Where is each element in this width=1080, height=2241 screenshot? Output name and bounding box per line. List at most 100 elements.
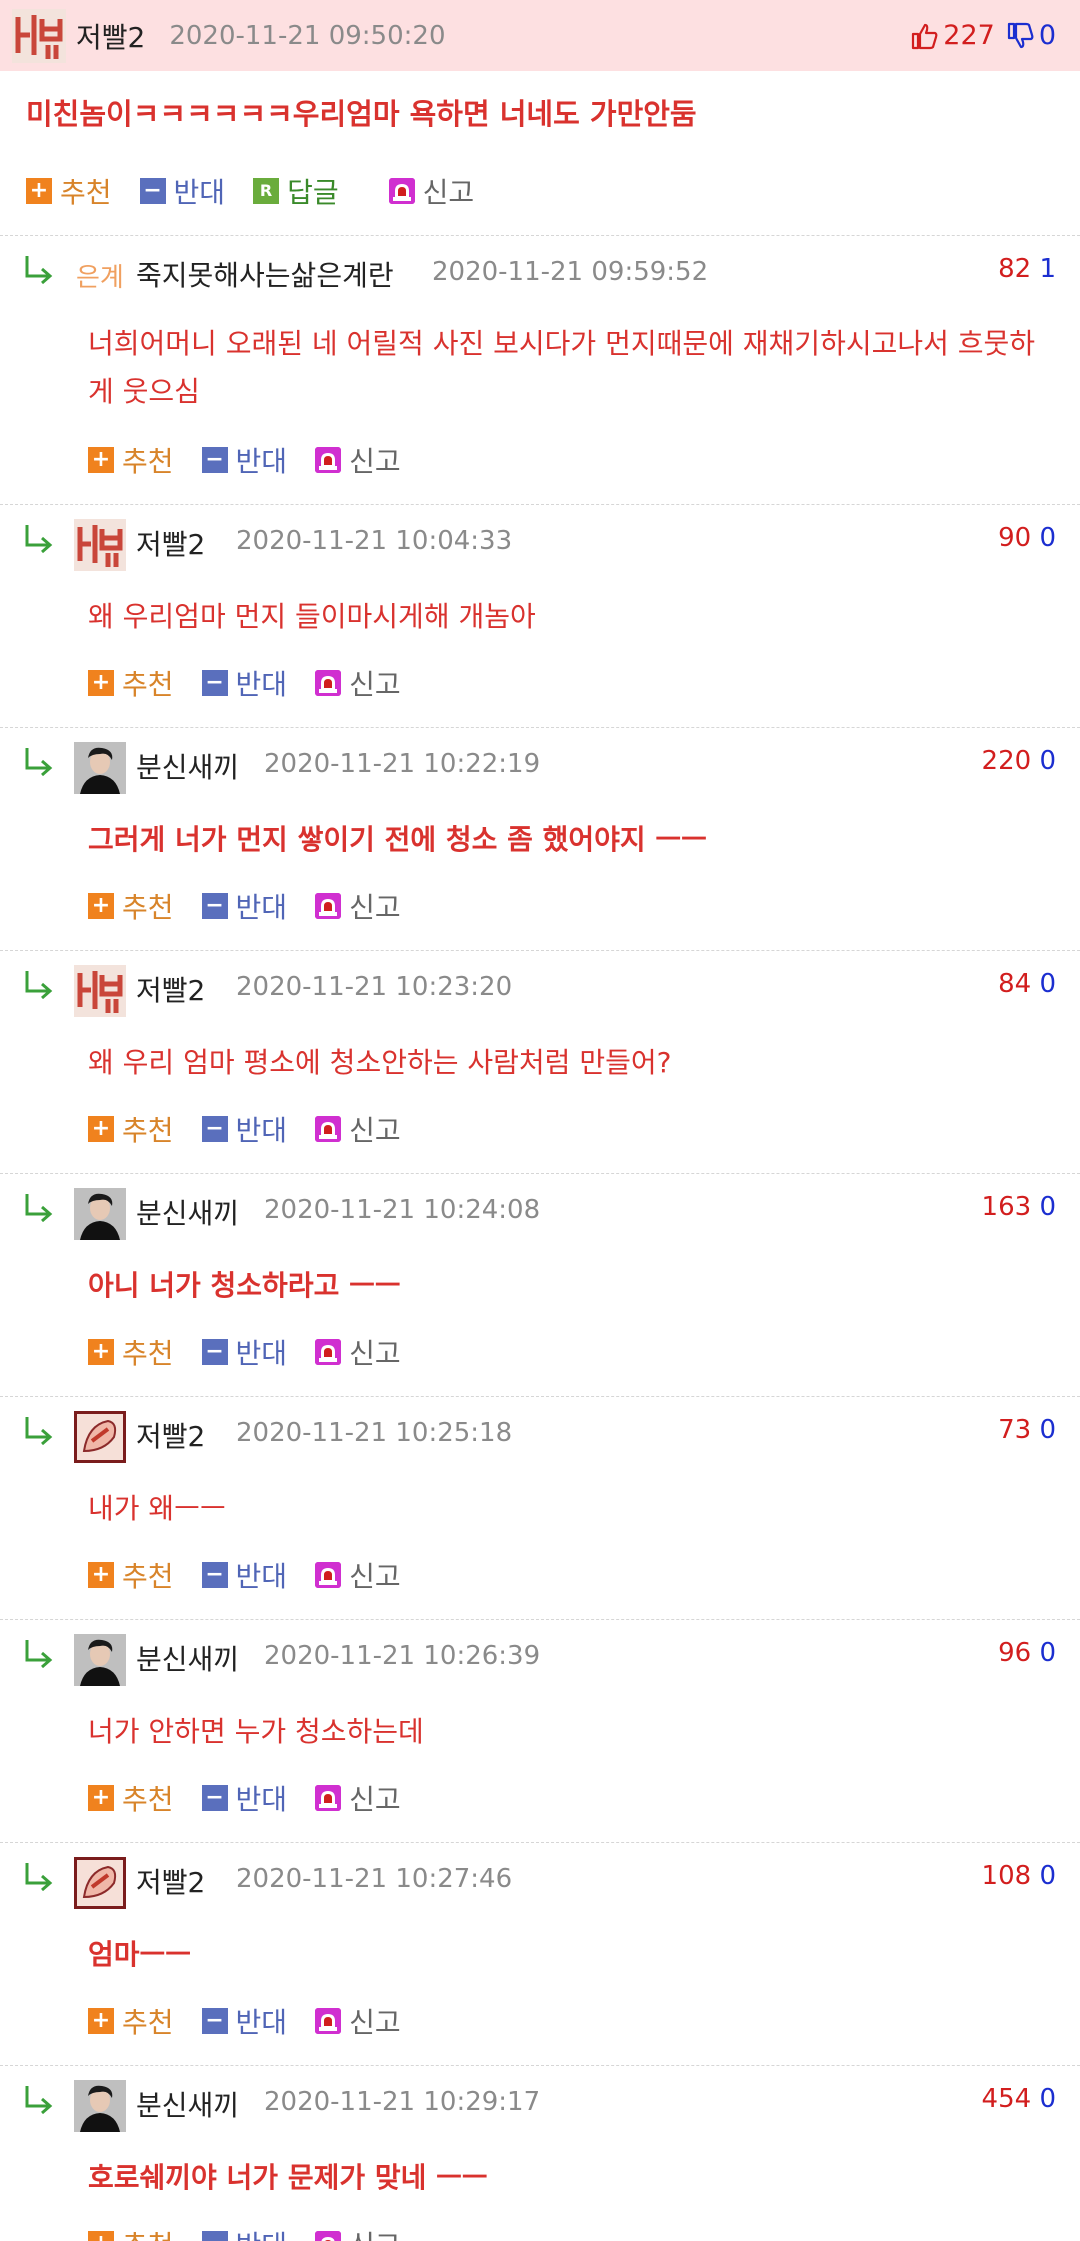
- upvote-button[interactable]: + 추천: [88, 663, 174, 703]
- upvote-label: 추천: [122, 1337, 174, 1370]
- comment-page: 저빨2 2020-11-21 09:50:20 227 0 미친놈이ㅋㅋㅋㅋㅋㅋ…: [0, 0, 1080, 2241]
- comment-date: 2020-11-21 10:29:17: [264, 2087, 541, 2117]
- downvote-label: 반대: [236, 2224, 288, 2241]
- report-button[interactable]: 신고: [315, 1109, 401, 1149]
- comment-nickname[interactable]: 저빨2: [136, 1415, 205, 1455]
- downvote-label: 반대: [235, 1560, 288, 1593]
- comment-nickname[interactable]: 분신새끼: [136, 1192, 239, 1232]
- comment-item: 저빨2 2020-11-21 10:04:33 90 0 왜 우리엄마 먼지 들…: [0, 505, 1080, 728]
- comment-header: 분신새끼 2020-11-21 10:29:17 454 0: [0, 2066, 1080, 2138]
- report-label: 신고: [349, 1560, 401, 1593]
- avatar-photo[interactable]: [74, 742, 126, 794]
- report-button[interactable]: 신고: [315, 2001, 401, 2041]
- report-button[interactable]: 신고: [315, 440, 401, 480]
- avatar-photo[interactable]: [74, 1188, 126, 1240]
- comment-text: 엄마ㅡㅡ: [88, 1938, 192, 1971]
- report-label: 신고: [349, 1114, 401, 1147]
- thumbs-down-icon[interactable]: [1005, 21, 1035, 51]
- comment-actions: + 추천 − 반대 신고: [88, 2224, 429, 2241]
- comment-nickname[interactable]: 분신새끼: [136, 2084, 239, 2124]
- upvote-button[interactable]: + 추천: [88, 886, 174, 926]
- author-nickname[interactable]: 저빨2: [76, 16, 145, 56]
- avatar-image[interactable]: [74, 519, 126, 571]
- avatar-photo[interactable]: [74, 1634, 126, 1686]
- upvote-button[interactable]: + 추천: [88, 2224, 174, 2241]
- avatar-image-alt[interactable]: [74, 1857, 126, 1909]
- thumbs-up-icon[interactable]: [909, 21, 939, 51]
- downvote-button[interactable]: − 반대: [201, 663, 287, 703]
- upvote-button[interactable]: + 추천: [88, 440, 174, 480]
- comment-actions: + 추천 − 반대 신고: [88, 2001, 429, 2041]
- comment-downvote-count: 0: [1039, 969, 1056, 999]
- reply-arrow-icon: [25, 1863, 53, 1891]
- reply-arrow-icon: [25, 748, 53, 776]
- comment-header: 저빨2 2020-11-21 10:27:46 108 0: [0, 1843, 1080, 1915]
- downvote-button[interactable]: − 반대: [201, 1555, 288, 1595]
- comment-actions: + 추천 − 반대 신고: [88, 886, 429, 926]
- avatar-image-alt[interactable]: [74, 1411, 126, 1463]
- minus-icon: −: [201, 1116, 228, 1142]
- svg-text:은계: 은계: [76, 263, 124, 293]
- plus-icon: +: [88, 1562, 114, 1588]
- comment-actions: + 추천 − 반대 신고: [88, 1555, 429, 1595]
- comment-nickname[interactable]: 분신새끼: [136, 746, 239, 786]
- report-button[interactable]: 신고: [315, 2224, 401, 2241]
- plus-icon: +: [88, 2008, 114, 2034]
- reply-button[interactable]: R 답글: [253, 171, 339, 211]
- downvote-button[interactable]: − 반대: [201, 1109, 287, 1149]
- downvote-button[interactable]: − 반대: [201, 2001, 287, 2041]
- comment-date: 2020-11-21 10:24:08: [264, 1195, 541, 1225]
- avatar-image[interactable]: [12, 8, 66, 63]
- comment-date: 2020-11-21 09:59:52: [432, 257, 709, 287]
- comment-downvote-count: 0: [1039, 2084, 1056, 2114]
- minus-icon: −: [201, 1785, 228, 1811]
- upvote-button[interactable]: + 추천: [88, 1109, 174, 1149]
- downvote-button[interactable]: − 반대: [201, 440, 288, 480]
- comment-nickname[interactable]: 분신새끼: [136, 1638, 239, 1678]
- downvote-count: 0: [1038, 20, 1056, 51]
- comment-nickname[interactable]: 저빨2: [136, 969, 205, 1009]
- plus-icon: +: [88, 670, 114, 696]
- comment-downvote-count: 0: [1039, 1861, 1056, 1891]
- report-button[interactable]: 신고: [315, 1555, 401, 1595]
- upvote-button[interactable]: + 추천: [88, 1555, 174, 1595]
- avatar-image[interactable]: [74, 965, 126, 1017]
- avatar-photo[interactable]: [74, 2080, 126, 2132]
- upvote-count: 227: [943, 20, 995, 51]
- downvote-button[interactable]: − 반대: [201, 1332, 288, 1372]
- plus-icon: +: [88, 1339, 114, 1365]
- report-button[interactable]: 신고: [315, 1332, 401, 1372]
- minus-icon: −: [139, 178, 166, 204]
- report-button[interactable]: 신고: [315, 663, 401, 703]
- top-post: 저빨2 2020-11-21 09:50:20 227 0 미친놈이ㅋㅋㅋㅋㅋㅋ…: [0, 0, 1080, 236]
- comment-text: 아니 너가 청소하라고 ㅡㅡ: [88, 1269, 401, 1302]
- comment-downvote-count: 0: [1039, 746, 1056, 776]
- comment-header: 저빨2 2020-11-21 10:04:33 90 0: [0, 505, 1080, 577]
- downvote-button[interactable]: − 반대: [201, 1778, 287, 1818]
- minus-icon: −: [201, 1339, 228, 1365]
- comment-item: 분신새끼 2020-11-21 10:26:39 96 0 너가 안하면 누가 …: [0, 1620, 1080, 1843]
- comment-actions: + 추천 − 반대 신고: [88, 440, 429, 480]
- minus-icon: −: [201, 1562, 228, 1588]
- downvote-button[interactable]: − 반대: [201, 2224, 288, 2241]
- report-label: 신고: [349, 1337, 401, 1370]
- report-button[interactable]: 신고: [388, 171, 474, 211]
- upvote-button[interactable]: + 추천: [88, 2001, 174, 2041]
- report-button[interactable]: 신고: [315, 886, 401, 926]
- downvote-button[interactable]: − 반대: [201, 886, 287, 926]
- downvote-label: 반대: [235, 445, 288, 478]
- comment-votes: 220 0: [982, 746, 1056, 776]
- siren-icon: [315, 1785, 342, 1811]
- upvote-button[interactable]: + 추천: [88, 1332, 174, 1372]
- avatar-egg-text[interactable]: 은계: [74, 250, 126, 302]
- downvote-label: 반대: [235, 1337, 288, 1370]
- report-button[interactable]: 신고: [315, 1778, 401, 1818]
- comment-nickname[interactable]: 저빨2: [136, 523, 205, 563]
- comment-list: 은계 죽지못해사는삶은계란 2020-11-21 09:59:52 82 1 너…: [0, 236, 1080, 2241]
- comment-nickname[interactable]: 저빨2: [136, 1861, 205, 1901]
- upvote-button[interactable]: + 추천: [26, 171, 112, 211]
- upvote-button[interactable]: + 추천: [88, 1778, 174, 1818]
- siren-icon: [315, 2231, 342, 2241]
- downvote-button[interactable]: − 반대: [139, 171, 225, 211]
- comment-nickname[interactable]: 죽지못해사는삶은계란: [136, 254, 394, 294]
